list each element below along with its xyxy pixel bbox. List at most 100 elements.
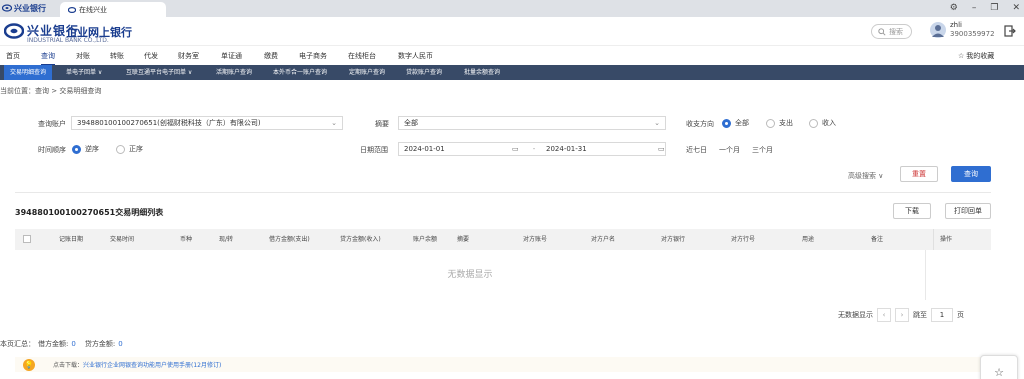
order-desc-radio[interactable]: 逆序 <box>72 144 99 154</box>
settings-icon[interactable]: ⚙ <box>950 3 958 13</box>
col-balance: 账户余额 <box>413 236 438 243</box>
radio-icon <box>116 144 125 154</box>
nav-item-ecommerce[interactable]: 电子商务 <box>299 46 327 66</box>
direction-all-radio[interactable]: 全部 <box>722 118 749 128</box>
pager-status: 无数据显示 <box>838 311 873 319</box>
sub-nav: 交易明细查询 单电子回单 ∨ 互联互通平台电子回单 ∨ 活期账户查询 本外币合一… <box>0 65 1024 80</box>
subnav-item-receipt[interactable]: 单电子回单 ∨ <box>60 65 108 80</box>
browser-tab-bar: 兴业银行 在线兴业 ⚙ – ❐ ✕ <box>0 0 1024 17</box>
print-receipt-button[interactable]: 打印回单 <box>945 203 991 219</box>
page-number-input[interactable]: 1 <box>931 308 953 322</box>
user-name: zhli <box>950 21 963 29</box>
logout-icon[interactable] <box>1004 25 1016 37</box>
star-icon: ☆ <box>994 366 1004 379</box>
col-purpose: 用途 <box>802 236 815 243</box>
subnav-item-fixed[interactable]: 定期账户查询 <box>343 65 391 80</box>
nav-item-payroll[interactable]: 代发 <box>144 46 158 66</box>
subnav-item-interconnect-receipt[interactable]: 互联互通平台电子回单 ∨ <box>120 65 198 80</box>
col-counter-name: 对方户名 <box>591 236 616 243</box>
nav-item-payment[interactable]: 缴费 <box>264 46 278 66</box>
jump-label: 跳至 <box>913 311 927 319</box>
account-label: 查询账户 <box>38 120 66 128</box>
user-info[interactable]: zhli 3900359972 <box>950 21 995 39</box>
tab-favicon-icon <box>68 6 76 13</box>
restore-icon[interactable]: ❐ <box>990 3 998 13</box>
nav-item-counter[interactable]: 在线柜台 <box>348 46 376 66</box>
col-remark: 备注 <box>871 236 884 243</box>
table-header: 记账日期 交易时间 币种 现/转 借方金额(支出) 贷方金额(收入) 账户余额 … <box>15 229 991 250</box>
floating-favorite-button[interactable]: ☆ <box>980 355 1018 379</box>
radio-checked-icon <box>722 118 731 128</box>
chevron-down-icon: ⌄ <box>331 119 337 127</box>
date-from-input[interactable]: 2024-01-01 <box>404 145 512 153</box>
col-credit: 贷方金额(收入) <box>340 236 381 243</box>
user-account: 3900359972 <box>950 30 995 38</box>
nav-item-reconcile[interactable]: 对账 <box>76 46 90 66</box>
query-button[interactable]: 查询 <box>951 166 991 182</box>
radio-checked-icon <box>72 144 81 154</box>
credit-label: 贷方金额: <box>84 340 116 348</box>
nav-item-finance[interactable]: 财务室 <box>178 46 199 66</box>
page-unit: 页 <box>957 311 964 319</box>
nav-item-docs[interactable]: 单证通 <box>221 46 242 66</box>
next-page-button[interactable]: › <box>895 308 909 322</box>
select-all-checkbox[interactable] <box>23 235 31 243</box>
date-range-picker[interactable]: 2024-01-01 ▭ - 2024-01-31 ▭ <box>398 142 666 156</box>
nav-item-ecny[interactable]: 数字人民币 <box>398 46 433 66</box>
col-summary: 摘要 <box>457 236 470 243</box>
main-nav: 首页 查询 对账 转账 代发 财务室 单证通 缴费 电子商务 在线柜台 数字人民… <box>0 45 1024 66</box>
bank-tab-logo: 兴业银行 <box>2 1 64 15</box>
date-range-label: 日期范围 <box>360 146 388 154</box>
credit-value: 0 <box>118 340 123 348</box>
col-currency: 币种 <box>180 236 193 243</box>
col-counter-bank: 对方银行 <box>661 236 686 243</box>
manual-download-link[interactable]: 兴业银行企业网银查询功能用户使用手册(12月修订) <box>83 360 221 369</box>
order-asc-radio[interactable]: 正序 <box>116 144 143 154</box>
reset-button[interactable]: 重置 <box>900 166 938 182</box>
pagination: 无数据显示 ‹ › 跳至 1 页 <box>838 308 964 322</box>
nav-item-query[interactable]: 查询 <box>41 46 55 66</box>
col-book-date: 记账日期 <box>59 236 84 243</box>
summary-label: 摘要 <box>375 120 389 128</box>
direction-out-radio[interactable]: 支出 <box>766 118 793 128</box>
app-header: 兴业银行 INDUSTRIAL BANK CO.,LTD. 企业网上银行 搜索 … <box>0 17 1024 45</box>
close-icon[interactable]: ✕ <box>1012 3 1020 13</box>
notice-prefix: 点击下载： <box>53 362 84 369</box>
summary-select[interactable]: 全部 ⌄ <box>398 116 666 130</box>
favorites-link[interactable]: ☆ 我的收藏 <box>958 46 994 66</box>
minimize-icon[interactable]: – <box>972 3 977 13</box>
direction-label: 收支方向 <box>686 120 714 128</box>
subnav-item-multicurrency[interactable]: 本外币合一账户查询 <box>267 65 333 80</box>
advanced-search-toggle[interactable]: 高级搜索 ∨ <box>848 171 883 181</box>
col-actions: 操作 <box>933 229 952 250</box>
search-icon <box>878 27 886 36</box>
radio-icon <box>809 118 818 128</box>
download-button[interactable]: 下载 <box>893 203 931 219</box>
subnav-item-loan[interactable]: 贷款账户查询 <box>400 65 448 80</box>
browser-tab[interactable]: 在线兴业 <box>60 2 166 17</box>
subnav-item-current[interactable]: 活期账户查询 <box>210 65 258 80</box>
date-to-input[interactable]: 2024-01-31 <box>542 145 658 153</box>
account-select[interactable]: 394880100100270651(创福财税科技（广东）有限公司) ⌄ <box>71 116 343 130</box>
nav-item-transfer[interactable]: 转账 <box>110 46 124 66</box>
bank-logo-icon <box>4 23 24 39</box>
summary-label: 本页汇总： <box>0 340 35 348</box>
actions-column-divider <box>925 250 926 300</box>
quick-range-3months[interactable]: 三个月 <box>752 145 773 155</box>
col-tx-time: 交易时间 <box>110 236 135 243</box>
nav-item-home[interactable]: 首页 <box>6 46 20 66</box>
quick-range-7days[interactable]: 近七日 <box>686 145 707 155</box>
search-input[interactable]: 搜索 <box>871 24 912 39</box>
prev-page-button[interactable]: ‹ <box>877 308 891 322</box>
avatar[interactable] <box>930 22 946 38</box>
user-avatar-icon <box>932 25 944 37</box>
col-debit: 借方金额(支出) <box>269 236 310 243</box>
star-icon: ☆ <box>958 52 965 60</box>
subnav-item-balance[interactable]: 批量余额查询 <box>458 65 506 80</box>
direction-in-radio[interactable]: 收入 <box>809 118 836 128</box>
calendar-icon: ▭ <box>658 145 665 153</box>
col-counter-account: 对方账号 <box>523 236 548 243</box>
quick-range-1month[interactable]: 一个月 <box>719 145 740 155</box>
lightbulb-icon: 💡 <box>23 358 35 371</box>
subnav-item-detail[interactable]: 交易明细查询 <box>4 65 53 80</box>
